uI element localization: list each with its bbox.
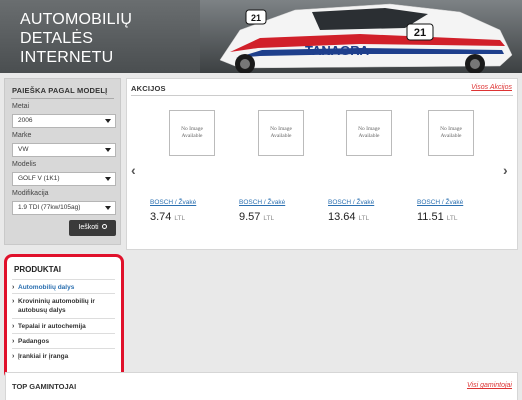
divider	[11, 98, 114, 99]
noimage-text: No Image	[181, 126, 203, 132]
chevron-down-icon	[105, 148, 111, 152]
chevron-down-icon	[105, 119, 111, 123]
make-value: VW	[18, 146, 29, 153]
chevron-right-icon[interactable]: ›	[503, 162, 508, 178]
modification-label: Modifikacija	[12, 190, 49, 197]
product-category-label: Automobilių dalys	[18, 284, 75, 291]
site-header: AUTOMOBILIŲ DETALĖS INTERNETU 21 21 TANA…	[0, 0, 522, 73]
product-category-link[interactable]: › Krovininių automobilių ir autobusų dal…	[12, 293, 115, 315]
car-number: 21	[414, 27, 426, 39]
chevron-down-icon	[105, 206, 111, 210]
price-value: 3.74	[150, 211, 172, 223]
car-brand-text: TANAGRA	[305, 43, 370, 58]
deals-panel: AKCIJOS Visos Akcijos ‹ › No Image Avail…	[126, 78, 518, 250]
year-select[interactable]: 2006	[12, 114, 116, 128]
price-currency: LTL	[263, 215, 275, 222]
product-category-link[interactable]: › Padangos	[12, 333, 115, 346]
bullet-icon: ›	[12, 338, 15, 345]
deal-price: 3.74 LTL	[150, 211, 185, 223]
search-button[interactable]: Ieškoti	[69, 220, 116, 236]
chevron-down-icon	[105, 177, 111, 181]
noimage-text: Available	[181, 133, 203, 139]
search-icon	[101, 224, 107, 229]
year-label: Metai	[12, 103, 30, 110]
site-title[interactable]: AUTOMOBILIŲ DETALĖS INTERNETU	[20, 10, 190, 67]
model-search-panel: PAIEŠKA PAGAL MODELĮ Metai 2006 Marke VW…	[4, 78, 121, 245]
site-title-line2: INTERNETU	[20, 49, 114, 66]
product-category-link[interactable]: › Tepalai ir autochemija	[12, 318, 115, 331]
year-value: 2006	[18, 117, 33, 124]
price-value: 13.64	[328, 211, 356, 223]
noimage-text: Available	[440, 133, 462, 139]
product-image-placeholder[interactable]: No Image Available	[346, 110, 392, 156]
deal-product-link[interactable]: BOSCH / Žvakė	[150, 199, 196, 206]
deal-product-link[interactable]: BOSCH / Žvakė	[239, 199, 285, 206]
product-category-label: Padangos	[18, 338, 50, 345]
site-title-line1: AUTOMOBILIŲ DETALĖS	[20, 11, 133, 47]
search-button-label: Ieškoti	[78, 224, 99, 231]
deal-product-link[interactable]: BOSCH / Žvakė	[417, 199, 463, 206]
price-currency: LTL	[174, 215, 186, 222]
divider	[131, 95, 513, 96]
make-label: Marke	[12, 132, 32, 139]
noimage-text: No Image	[440, 126, 462, 132]
noimage-text: Available	[270, 133, 292, 139]
search-title: PAIEŠKA PAGAL MODELĮ	[12, 86, 108, 95]
page: AUTOMOBILIŲ DETALĖS INTERNETU 21 21 TANA…	[0, 0, 522, 400]
product-category-label: Įrankiai ir įranga	[18, 353, 69, 360]
product-category-label: Krovininių automobilių ir autobusų dalys	[18, 298, 95, 314]
noimage-text: Available	[358, 133, 380, 139]
car-number-front: 21	[251, 13, 261, 23]
price-value: 9.57	[239, 211, 261, 223]
modification-select[interactable]: 1.9 TDI (77kw/105ag)	[12, 201, 116, 215]
product-category-link[interactable]: › Automobilių dalys	[12, 279, 115, 292]
makers-title: TOP GAMINTOJAI	[12, 382, 77, 391]
product-image-placeholder[interactable]: No Image Available	[428, 110, 474, 156]
deal-price: 11.51 LTL	[417, 211, 457, 223]
product-category-label: Tepalai ir autochemija	[18, 323, 86, 330]
deal-price: 9.57 LTL	[239, 211, 274, 223]
race-car-banner: 21 21 TANAGRA	[200, 0, 522, 73]
deal-price: 13.64 LTL	[328, 211, 369, 223]
modification-value: 1.9 TDI (77kw/105ag)	[18, 204, 81, 211]
model-select[interactable]: GOLF V (1K1)	[12, 172, 116, 186]
model-value: GOLF V (1K1)	[18, 175, 60, 182]
all-deals-link[interactable]: Visos Akcijos	[471, 84, 512, 91]
products-title: PRODUKTAI	[14, 265, 61, 274]
bullet-icon: ›	[12, 298, 15, 305]
products-panel: PRODUKTAI › Automobilių dalys › Krovinin…	[4, 254, 124, 380]
top-makers-panel: TOP GAMINTOJAI Visi gamintojai	[5, 372, 518, 400]
all-makers-link[interactable]: Visi gamintojai	[467, 382, 512, 389]
product-image-placeholder[interactable]: No Image Available	[258, 110, 304, 156]
bullet-icon: ›	[12, 353, 15, 360]
product-image-placeholder[interactable]: No Image Available	[169, 110, 215, 156]
price-currency: LTL	[446, 215, 458, 222]
noimage-text: No Image	[358, 126, 380, 132]
bullet-icon: ›	[12, 284, 15, 291]
price-currency: LTL	[358, 215, 370, 222]
model-label: Modelis	[12, 161, 37, 168]
bullet-icon: ›	[12, 323, 15, 330]
price-value: 11.51	[417, 211, 444, 223]
chevron-left-icon[interactable]: ‹	[131, 162, 136, 178]
deal-product-link[interactable]: BOSCH / Žvakė	[328, 199, 374, 206]
noimage-text: No Image	[270, 126, 292, 132]
make-select[interactable]: VW	[12, 143, 116, 157]
product-category-link[interactable]: › Įrankiai ir įranga	[12, 348, 115, 361]
deals-title: AKCIJOS	[131, 84, 166, 93]
